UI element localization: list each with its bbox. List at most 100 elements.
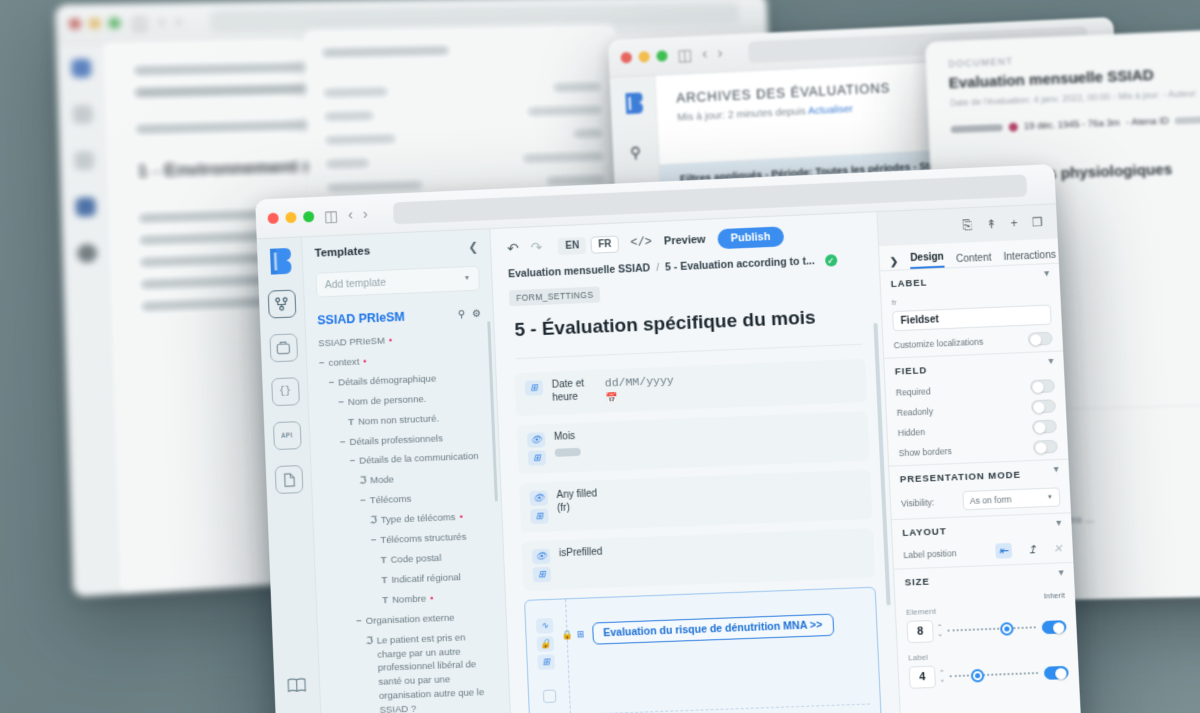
api-icon[interactable]: API: [272, 421, 301, 450]
tree-node[interactable]: T Code postal: [327, 550, 492, 570]
forward-icon[interactable]: ›: [175, 13, 181, 32]
none-icon[interactable]: ✕: [1053, 542, 1063, 556]
tree-node[interactable]: T Indicatif régional: [328, 570, 493, 590]
hidden-toggle[interactable]: [1032, 420, 1057, 434]
home-icon[interactable]: [73, 151, 93, 170]
close-dot[interactable]: [621, 52, 632, 63]
tree-node[interactable]: − Télécoms structurés: [326, 530, 491, 550]
logo-b[interactable]: [266, 248, 293, 275]
download-icon[interactable]: ⎘: [962, 218, 972, 233]
link-icon[interactable]: ⊞: [530, 508, 549, 524]
sidebar-toggle-icon[interactable]: ◫: [131, 12, 148, 33]
chevron-right-icon[interactable]: ❯: [890, 256, 899, 267]
link-button[interactable]: Evaluation du risque de dénutrition MNA …: [592, 614, 834, 645]
book-icon[interactable]: [287, 677, 307, 698]
field-value-pill[interactable]: [555, 447, 581, 456]
tab-interactions[interactable]: Interactions: [1003, 249, 1056, 262]
window-traffic-lights[interactable]: [268, 211, 315, 224]
link-icon[interactable]: ⊞: [525, 380, 544, 396]
label-inherit-toggle[interactable]: [1044, 665, 1069, 679]
refresh-link[interactable]: Actualiser: [808, 103, 853, 117]
link-icon[interactable]: ⊞: [533, 567, 552, 583]
hidden-eye-icon[interactable]: 👁: [529, 490, 548, 506]
back-icon[interactable]: ‹: [348, 206, 354, 223]
forward-icon[interactable]: ›: [717, 44, 723, 62]
share-icon[interactable]: ↟: [986, 217, 997, 232]
search-icon[interactable]: ⚲: [630, 143, 642, 162]
field-row[interactable]: 👁 ⊞ isPrefilled: [522, 528, 876, 591]
tree-node[interactable]: − Détails démographique: [320, 370, 484, 391]
selected-template-name[interactable]: SSIAD PRIeSM: [317, 310, 405, 328]
settings-icon[interactable]: ⚙: [472, 308, 481, 319]
chevron-down-icon[interactable]: ▾: [1044, 268, 1050, 279]
back-icon[interactable]: ‹: [159, 13, 165, 32]
undo-icon[interactable]: ↶: [507, 239, 519, 256]
document-icon[interactable]: [274, 465, 303, 494]
add-template-input[interactable]: Add template ▼: [315, 266, 480, 298]
tree-node[interactable]: T Nombre •: [328, 590, 493, 610]
readonly-toggle[interactable]: [1031, 399, 1056, 413]
chevron-down-icon[interactable]: ▾: [1058, 567, 1064, 578]
label-size-stepper[interactable]: 4: [909, 666, 936, 689]
link-icon[interactable]: ⊞: [577, 629, 585, 640]
template-tree[interactable]: SSIAD PRIeSM • − context • − Détails démograph…: [318, 331, 498, 713]
forward-icon[interactable]: ›: [362, 206, 368, 223]
lang-en-button[interactable]: EN: [558, 236, 587, 254]
calendar-icon[interactable]: 📅: [605, 391, 675, 405]
preview-button[interactable]: Preview: [664, 234, 706, 248]
tree-node[interactable]: ℑ Mode: [324, 470, 488, 490]
maximize-dot[interactable]: [303, 211, 314, 222]
tab-content[interactable]: Content: [956, 252, 992, 265]
tree-node[interactable]: − Détails professionnels: [322, 430, 486, 451]
minimize-dot[interactable]: [285, 212, 296, 223]
language-switch[interactable]: EN FR: [558, 235, 619, 255]
field-group[interactable]: ∿ 🔒 ⊞ 🔒 ⊞ Evaluation du risque de dénutr…: [524, 587, 886, 713]
publish-button[interactable]: Publish: [717, 226, 784, 249]
window-traffic-lights[interactable]: [621, 50, 668, 63]
tree-node[interactable]: − Détails de la communication: [323, 450, 487, 470]
maximize-dot[interactable]: [656, 50, 667, 61]
hidden-eye-icon[interactable]: 👁: [527, 432, 546, 448]
code-icon[interactable]: </>: [630, 235, 652, 250]
align-top-icon[interactable]: ↥: [1027, 543, 1037, 557]
sidebar-toggle-icon[interactable]: ◫: [324, 206, 339, 225]
close-dot[interactable]: [268, 213, 279, 224]
dataset-icon[interactable]: [269, 333, 298, 362]
tree-node[interactable]: SSIAD PRIeSM •: [318, 331, 482, 352]
chevron-down-icon[interactable]: ▾: [1048, 356, 1054, 367]
tab-design[interactable]: Design: [910, 252, 944, 270]
copy-icon[interactable]: ❐: [1031, 215, 1043, 230]
doc-icon[interactable]: [75, 197, 96, 217]
lock-icon[interactable]: 🔒: [561, 629, 573, 640]
label-input[interactable]: Fieldset: [892, 304, 1052, 331]
maximize-dot[interactable]: [108, 17, 120, 29]
group-row[interactable]: ∿ 🔒 ⊞ 🔒 ⊞ Evaluation du risque de dénutr…: [525, 596, 878, 685]
close-dot[interactable]: [69, 18, 82, 30]
redo-icon[interactable]: ↷: [530, 238, 542, 255]
chevron-left-icon[interactable]: ❮: [468, 240, 479, 254]
chevron-down-icon[interactable]: ▾: [1053, 464, 1059, 475]
plus-icon[interactable]: +: [1010, 216, 1018, 230]
user-icon[interactable]: [71, 59, 91, 78]
lang-fr-button[interactable]: FR: [591, 235, 619, 253]
visibility-select[interactable]: As on form ▼: [962, 487, 1060, 510]
tree-node[interactable]: − Organisation externe: [329, 610, 494, 630]
form-settings-tag[interactable]: FORM_SETTINGS: [509, 286, 601, 306]
tree-node[interactable]: ℑ Type de télécoms •: [325, 510, 490, 530]
tree-node[interactable]: − Télécoms: [324, 490, 489, 510]
field-row[interactable]: ⊞ Date et heure dd/MM/yyyy 📅: [514, 359, 867, 417]
element-size-stepper[interactable]: 8: [907, 620, 934, 643]
field-row[interactable]: 👁 ⊞ Any filled (fr): [519, 469, 872, 532]
align-left-icon[interactable]: ⇤: [996, 543, 1012, 559]
minimize-dot[interactable]: [638, 51, 649, 62]
lock-icon[interactable]: 🔒: [537, 636, 555, 652]
field-row[interactable]: 👁 ⊞ Mois ✥ 🗑: [517, 411, 870, 474]
label-size-slider[interactable]: [949, 666, 1038, 683]
formula-icon[interactable]: ∿: [536, 618, 554, 634]
tree-node[interactable]: ℑ Le patient est pris en charge par un au…: [330, 630, 498, 713]
hidden-eye-icon[interactable]: 👁: [532, 549, 551, 565]
model-graph-icon[interactable]: [267, 290, 296, 319]
back-icon[interactable]: ‹: [702, 45, 708, 63]
window-traffic-lights[interactable]: [69, 17, 121, 29]
code-braces-icon[interactable]: {}: [271, 377, 300, 406]
